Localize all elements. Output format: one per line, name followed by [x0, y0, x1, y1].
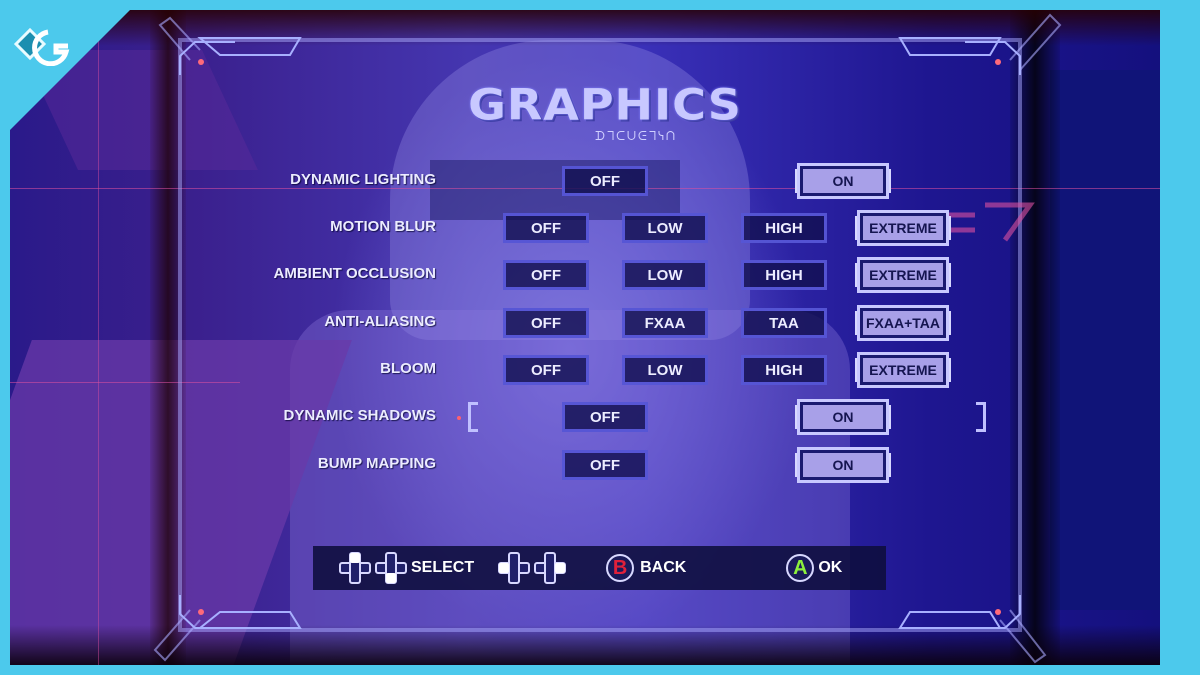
option-off[interactable]: OFF	[562, 166, 648, 196]
option-extreme[interactable]: EXTREME	[857, 352, 949, 388]
dpad-right-icon	[534, 552, 567, 584]
option-on[interactable]: ON	[797, 447, 889, 483]
option-fxaa-taa[interactable]: FXAA+TAA	[857, 305, 949, 341]
back-label: BACK	[640, 559, 687, 576]
dpad-up-icon	[339, 552, 371, 584]
background-scanline-right	[1010, 10, 1060, 665]
option-low[interactable]: LOW	[622, 213, 708, 243]
option-taa[interactable]: TAA	[741, 308, 827, 338]
ok-label: OK	[818, 559, 843, 576]
background-panel	[1050, 70, 1160, 610]
option-on[interactable]: ON	[797, 399, 889, 435]
site-logo-icon	[13, 27, 70, 66]
setting-label: BLOOM	[380, 360, 436, 377]
setting-label: ANTI-ALIASING	[324, 313, 436, 330]
setting-label: DYNAMIC SHADOWS	[283, 407, 437, 424]
option-off[interactable]: OFF	[503, 308, 589, 338]
option-high[interactable]: HIGH	[741, 213, 827, 243]
grid-line	[10, 382, 240, 383]
option-off[interactable]: OFF	[562, 450, 648, 480]
back-button[interactable]: B BACK	[606, 554, 686, 582]
controls-hint-bar: SELECT B BACK A OK	[313, 546, 886, 590]
option-extreme[interactable]: EXTREME	[857, 257, 949, 293]
background-scanline-left	[150, 10, 186, 665]
option-high[interactable]: HIGH	[741, 355, 827, 385]
option-off[interactable]: OFF	[503, 260, 589, 290]
option-low[interactable]: LOW	[622, 355, 708, 385]
page-subtitle-aurebesh: ᗪᒣᑕᑌᕮᒣᓭᑎ	[595, 129, 677, 143]
setting-label: MOTION BLUR	[330, 218, 436, 235]
focus-dot-icon	[457, 416, 461, 420]
setting-label: AMBIENT OCCLUSION	[273, 265, 437, 282]
option-high[interactable]: HIGH	[741, 260, 827, 290]
corner-banner	[0, 0, 140, 140]
ok-button[interactable]: A OK	[786, 554, 842, 582]
setting-label: BUMP MAPPING	[317, 455, 436, 472]
option-off[interactable]: OFF	[503, 355, 589, 385]
option-off[interactable]: OFF	[562, 402, 648, 432]
option-fxaa[interactable]: FXAA	[622, 308, 708, 338]
focus-bracket-left-icon	[468, 402, 478, 432]
focus-bracket-right-icon	[976, 402, 986, 432]
select-hint-label: SELECT	[411, 559, 475, 576]
background-top-shade	[10, 10, 1160, 46]
b-button-icon: B	[606, 554, 635, 582]
option-extreme[interactable]: EXTREME	[857, 210, 949, 246]
option-low[interactable]: LOW	[622, 260, 708, 290]
option-off[interactable]: OFF	[503, 213, 589, 243]
dpad-down-icon	[375, 552, 407, 584]
page-title: GRAPHICS	[468, 80, 742, 130]
a-button-icon: A	[786, 554, 815, 582]
option-on[interactable]: ON	[797, 163, 889, 199]
setting-label: DYNAMIC LIGHTING	[290, 171, 436, 188]
dpad-left-icon	[498, 552, 531, 584]
background-bottom-shade	[10, 625, 1160, 665]
